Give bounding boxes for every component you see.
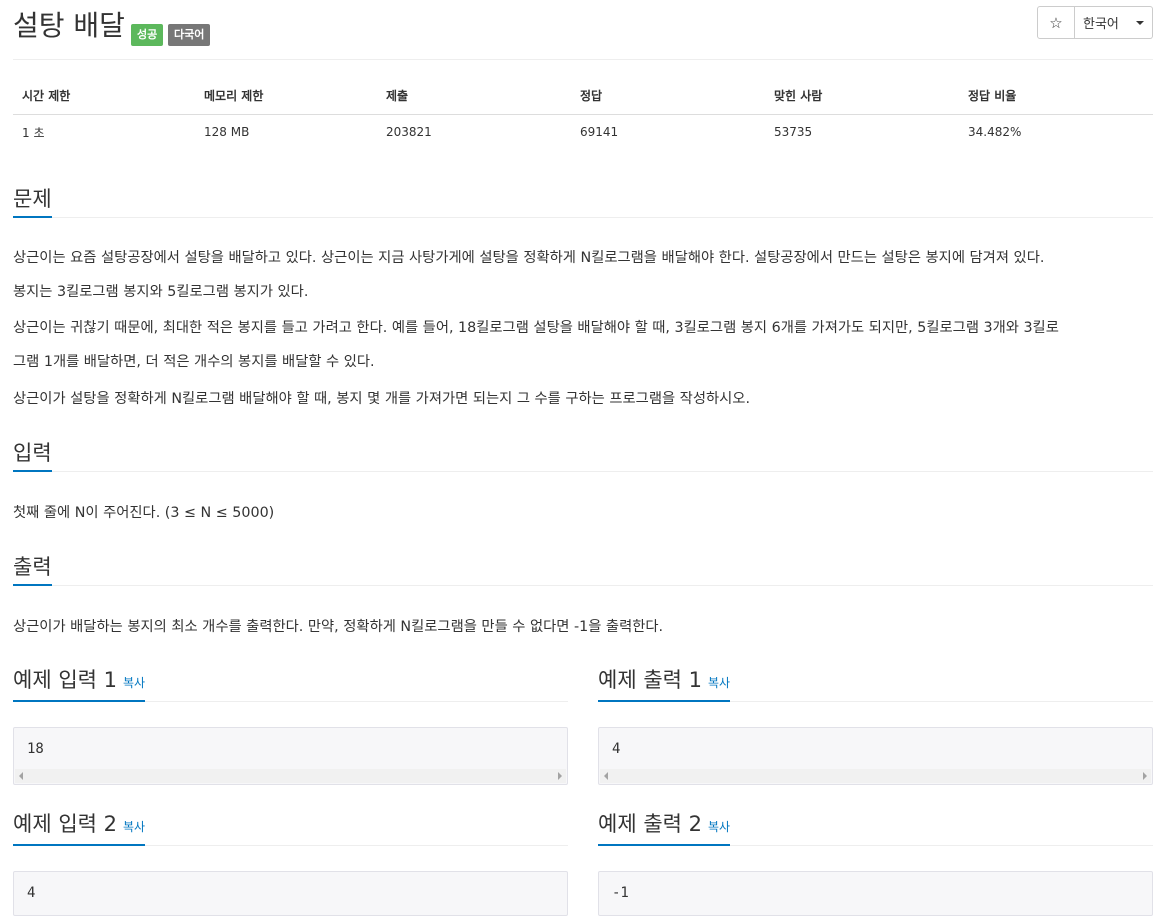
input-heading: 입력	[13, 436, 52, 472]
problem-line: 그램 1개를 배달하면, 더 적은 개수의 봉지를 배달할 수 있다.	[13, 354, 375, 370]
sample-input-heading: 예제 입력 1 복사	[13, 663, 146, 702]
value-submissions[interactable]: 203821	[377, 114, 571, 150]
table-row: 1 초 128 MB 203821 69141 53735 34.482%	[13, 114, 1153, 150]
problem-info-table: 시간 제한 메모리 제한 제출 정답 맞힌 사람 정답 비율 1 초 128 M…	[13, 78, 1153, 150]
header-submissions: 제출	[377, 78, 571, 115]
sample-input-text: 18	[27, 741, 44, 757]
favorite-button[interactable]: ☆	[1037, 6, 1075, 39]
language-label: 한국어	[1083, 17, 1119, 32]
sample-output-1-header: 예제 출력 1 복사	[598, 666, 1153, 702]
problem-line: 상근이가 설탕을 정확하게 N킬로그램 배달해야 할 때, 봉지 몇 개를 가져…	[13, 391, 750, 407]
problem-line: 봉지는 3킬로그램 봉지와 5킬로그램 봉지가 있다.	[13, 284, 309, 300]
problem-section-header: 문제	[13, 182, 1153, 218]
caret-down-icon	[1136, 20, 1144, 25]
problem-description: 상근이가 설탕을 정확하게 N킬로그램 배달해야 할 때, 봉지 몇 개를 가져…	[13, 382, 1153, 416]
copy-button[interactable]: 복사	[123, 820, 145, 834]
horizontal-scrollbar[interactable]	[600, 769, 1151, 783]
problem-header: 설탕 배달 성공 다국어 ☆ 한국어	[13, 6, 1153, 60]
output-section-header: 출력	[13, 550, 1153, 586]
sample-output-text: -1	[612, 885, 629, 901]
copy-button[interactable]: 복사	[708, 820, 730, 834]
language-dropdown[interactable]: 한국어	[1075, 6, 1153, 39]
header-memory-limit: 메모리 제한	[195, 78, 377, 115]
input-description: 첫째 줄에 N이 주어진다. (3 ≤ N ≤ 5000)	[13, 505, 275, 521]
problem-line: 상근이는 요즘 설탕공장에서 설탕을 배달하고 있다. 상근이는 지금 사탕가게…	[13, 250, 1045, 266]
scroll-left-icon[interactable]	[604, 772, 608, 780]
header-time-limit: 시간 제한	[13, 78, 195, 115]
sample-output-heading: 예제 출력 2 복사	[598, 807, 731, 846]
sample-input-2[interactable]: 4	[13, 871, 568, 916]
problem-description: 상근이는 요즘 설탕공장에서 설탕을 배달하고 있다. 상근이는 지금 사탕가게…	[13, 241, 1153, 309]
output-heading: 출력	[13, 550, 52, 586]
problem-heading: 문제	[13, 182, 52, 218]
sample-output-text: 4	[612, 741, 621, 757]
problem-line: 상근이는 귀찮기 때문에, 최대한 적은 봉지를 들고 가려고 한다. 예를 들…	[13, 320, 1059, 336]
horizontal-scrollbar[interactable]	[15, 769, 566, 783]
sample-output-2-header: 예제 출력 2 복사	[598, 810, 1153, 846]
value-time-limit: 1 초	[22, 125, 45, 140]
value-accepted[interactable]: 69141	[571, 114, 765, 150]
sample-output-1[interactable]: 4	[598, 727, 1153, 785]
output-description: 상근이가 배달하는 봉지의 최소 개수를 출력한다. 만약, 정확하게 N킬로그…	[13, 619, 664, 635]
header-buttons: ☆ 한국어	[1037, 6, 1153, 39]
header-solvers: 맞힌 사람	[765, 78, 959, 115]
sample-input-1[interactable]: 18	[13, 727, 568, 785]
sample-output-heading: 예제 출력 1 복사	[598, 663, 731, 702]
sample-output-2[interactable]: -1	[598, 871, 1153, 916]
scroll-right-icon[interactable]	[1143, 772, 1147, 780]
sample-input-2-header: 예제 입력 2 복사	[13, 810, 568, 846]
value-solvers[interactable]: 53735	[765, 114, 959, 150]
sample-input-text: 4	[27, 885, 36, 901]
multilang-badge[interactable]: 다국어	[168, 24, 211, 46]
input-section-header: 입력	[13, 436, 1153, 472]
sample-input-heading: 예제 입력 2 복사	[13, 807, 146, 846]
header-ratio: 정답 비율	[959, 78, 1153, 115]
copy-button[interactable]: 복사	[708, 676, 730, 690]
scroll-right-icon[interactable]	[558, 772, 562, 780]
copy-button[interactable]: 복사	[123, 676, 145, 690]
table-header-row: 시간 제한 메모리 제한 제출 정답 맞힌 사람 정답 비율	[13, 78, 1153, 115]
value-memory-limit: 128 MB	[204, 125, 250, 140]
star-icon: ☆	[1049, 13, 1063, 32]
header-accepted: 정답	[571, 78, 765, 115]
success-badge: 성공	[131, 24, 164, 46]
sample-input-1-header: 예제 입력 1 복사	[13, 666, 568, 702]
value-ratio: 34.482%	[968, 125, 1022, 140]
scroll-left-icon[interactable]	[19, 772, 23, 780]
problem-title: 설탕 배달	[13, 9, 125, 42]
problem-description: 상근이는 귀찮기 때문에, 최대한 적은 봉지를 들고 가려고 한다. 예를 들…	[13, 311, 1153, 379]
